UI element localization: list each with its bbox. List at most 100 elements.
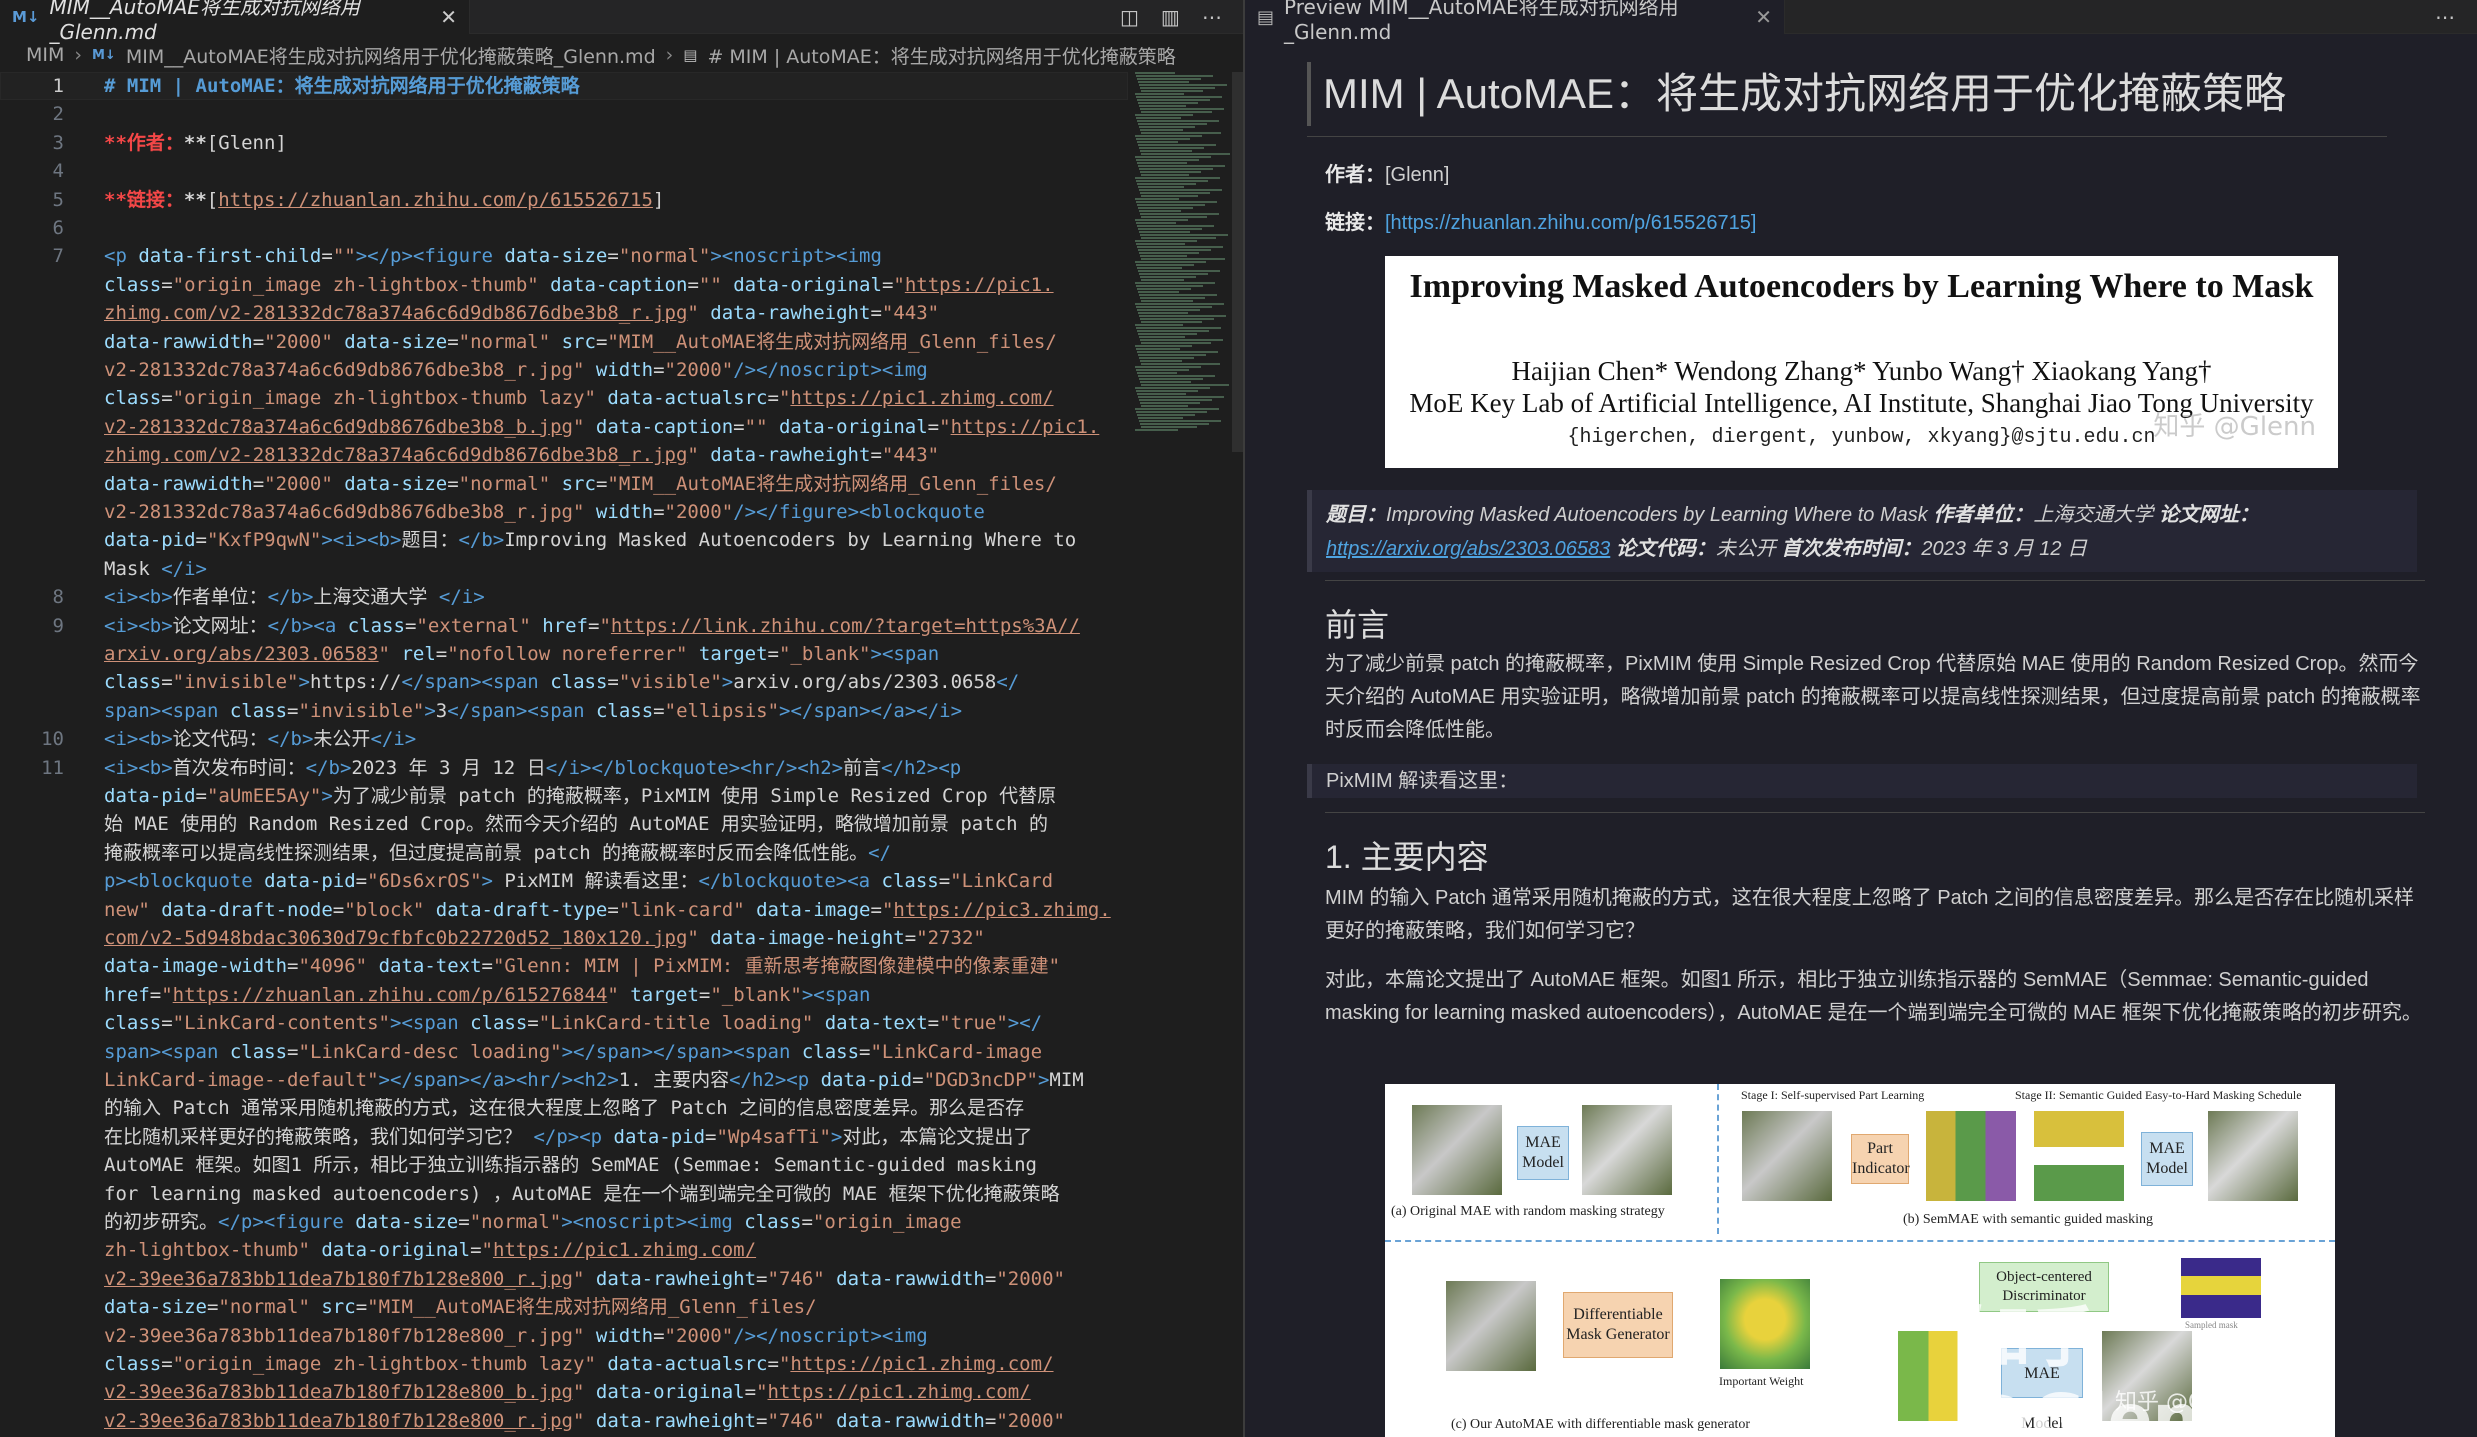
minimap-line — [1135, 366, 1201, 368]
code-line[interactable]: data-image-width="4096" data-text="Glenn… — [104, 952, 1060, 980]
code-line[interactable]: <i><b>首次发布时间：</b>2023 年 3 月 12 日</i></bl… — [104, 754, 961, 782]
line-number: 4 — [52, 160, 64, 183]
code-line[interactable]: class="origin_image zh-lightbox-thumb la… — [104, 384, 1054, 412]
code-token: = — [332, 898, 345, 921]
code-line[interactable]: <i><b>论文网址：</b><a class="external" href=… — [104, 612, 1080, 640]
minimap-line — [1137, 330, 1209, 332]
code-line[interactable]: href="https://zhuanlan.zhihu.com/p/61527… — [104, 981, 871, 1009]
code-line[interactable]: 始 MAE 使用的 Random Resized Crop。然而今天介绍的 Au… — [104, 810, 1048, 838]
code-line[interactable]: class="origin_image zh-lightbox-thumb" d… — [104, 271, 1054, 299]
code-token: class — [347, 614, 405, 637]
code-token: = — [653, 699, 665, 722]
line-number: 10 — [41, 728, 64, 751]
code-line[interactable]: 的输入 Patch 通常采用随机掩蔽的方式，这在很大程度上忽略了 Patch 之… — [104, 1094, 1024, 1122]
minimap-line — [1140, 234, 1228, 236]
code-line[interactable]: v2-281332dc78a374a6c6d9db8676dbe3b8_r.jp… — [104, 498, 985, 526]
caption-b: (b) SemMAE with semantic guided masking — [1903, 1212, 2154, 1227]
code-line[interactable]: AutoMAE 框架。如图1 所示，相比于独立训练指示器的 SemMAE (Se… — [104, 1151, 1037, 1179]
code-line[interactable]: span><span class="LinkCard-desc loading"… — [104, 1038, 1042, 1066]
minimap-line — [1139, 231, 1190, 233]
split-editor-icon[interactable]: ▥ — [1161, 5, 1180, 29]
code-line[interactable]: data-pid="aUmEE5Ay">为了减少前景 patch 的掩蔽概率，P… — [104, 782, 1056, 810]
code-token: v2-39ee36a783bb11dea7b180f7b128e800_b.jp… — [104, 1381, 573, 1404]
code-line[interactable]: v2-39ee36a783bb11dea7b180f7b128e800_r.jp… — [104, 1265, 1065, 1293]
code-token: = — [287, 955, 299, 978]
minimap-line — [1139, 273, 1208, 275]
code-line[interactable]: com/v2-5d948bdac30630d79cfbfc0b22720d52_… — [104, 924, 985, 952]
chevron-right-icon: › — [74, 44, 82, 66]
minimap-line — [1139, 378, 1203, 380]
code-line[interactable]: class="LinkCard-contents"><span class="L… — [104, 1009, 1042, 1037]
code-token: v2-39ee36a783bb11dea7b180f7b128e800_r.jp… — [104, 1267, 573, 1290]
code-editor[interactable]: 1 2 3 4 5 6 7 8 9 10 11 # MIM | AutoMAE：将生成对抗网络用于优… — [0, 72, 1130, 1437]
minimap-line — [1138, 375, 1215, 377]
code-token: = — [607, 245, 619, 268]
code-token: = — [161, 671, 173, 694]
breadcrumb-folder[interactable]: MIM — [26, 44, 64, 66]
code-line[interactable]: <i><b>论文代码：</b>未公开</i> — [104, 725, 416, 753]
minimap-line — [1140, 360, 1182, 362]
close-tab-icon[interactable]: ✕ — [440, 5, 457, 29]
code-token: https://pic3.zhimg. — [893, 898, 1111, 921]
code-line[interactable]: 在比随机采样更好的掩蔽策略，我们如何学习它？ </p><p data-pid="… — [104, 1123, 1032, 1151]
code-token: = — [984, 1267, 997, 1290]
code-line[interactable]: **链接：**[https://zhuanlan.zhihu.com/p/615… — [104, 186, 664, 214]
line-number: 5 — [52, 188, 64, 211]
minimap-line — [1136, 159, 1199, 161]
code-line[interactable]: 的初步研究。</p><figure data-size="normal"><no… — [104, 1208, 962, 1236]
editor-tab[interactable]: M↓ MIM__AutoMAE将生成对抗网络用_Glenn.md ✕ — [0, 0, 470, 44]
arxiv-link[interactable]: https://arxiv.org/abs/2303.06583 — [1326, 538, 1610, 560]
code-line[interactable]: <i><b>作者单位：</b>上海交通大学 </i> — [104, 583, 485, 611]
minimap-line — [1138, 81, 1189, 83]
pixmim-quote: PixMIM 解读看这里： — [1307, 764, 2417, 798]
code-line[interactable]: span><span class="invisible">3</span><sp… — [104, 697, 962, 725]
breadcrumb-file[interactable]: MIM__AutoMAE将生成对抗网络用于优化掩蔽策略_Glenn.md — [126, 42, 656, 69]
code-line[interactable]: class="invisible">https://</span><span c… — [104, 668, 1019, 696]
code-line[interactable]: new" data-draft-node="block" data-draft-… — [104, 896, 1111, 924]
code-line[interactable]: zh-lightbox-thumb" data-original="https:… — [104, 1236, 756, 1264]
code-token: = — [870, 302, 882, 325]
link-line: 链接：[https://zhuanlan.zhihu.com/p/6155267… — [1325, 206, 1756, 235]
code-token: <i><b> — [104, 614, 173, 637]
code-line[interactable]: 掩蔽概率可以提高线性探测结果，但过度提高前景 patch 的掩蔽概率时反而会降低… — [104, 839, 891, 867]
code-line[interactable]: v2-281332dc78a374a6c6d9db8676dbe3b8_r.jp… — [104, 356, 928, 384]
code-line[interactable]: data-pid="KxfP9qwN"><i><b>题目：</b>Improvi… — [104, 526, 1076, 554]
open-preview-icon[interactable]: ◫ — [1120, 5, 1139, 29]
affiliation-value: 上海交通大学 — [2033, 504, 2159, 526]
code-line[interactable]: zhimg.com/v2-281332dc78a374a6c6d9db8676d… — [104, 299, 939, 327]
minimap-line — [1139, 189, 1222, 191]
code-token: data-rawheight — [595, 1267, 757, 1290]
code-line[interactable]: v2-39ee36a783bb11dea7b180f7b128e800_b.jp… — [104, 1378, 1031, 1406]
code-line[interactable]: for learning masked autoencoders) ，AutoM… — [104, 1180, 1060, 1208]
breadcrumb-heading[interactable]: # MIM | AutoMAE：将生成对抗网络用于优化掩蔽策略 — [707, 42, 1175, 69]
preview-tab[interactable]: ▤ Preview MIM__AutoMAE将生成对抗网络用_Glenn.md … — [1245, 0, 1785, 44]
code-line[interactable]: arxiv.org/abs/2303.06583" rel="nofollow … — [104, 640, 939, 668]
more-actions-icon[interactable]: ⋯ — [1202, 5, 1222, 29]
code-line[interactable]: class="origin_image zh-lightbox-thumb la… — [104, 1350, 1054, 1378]
more-actions-icon[interactable]: ⋯ — [2435, 5, 2455, 29]
minimap[interactable] — [1135, 72, 1230, 452]
code-line[interactable]: data-size="normal" src="MIM__AutoMAE将生成对… — [104, 1293, 817, 1321]
article-link[interactable]: [https://zhuanlan.zhihu.com/p/615526715] — [1385, 212, 1756, 234]
code-line[interactable]: # MIM | AutoMAE：将生成对抗网络用于优化掩蔽策略 — [104, 72, 580, 100]
minimap-line — [1137, 99, 1210, 101]
code-line[interactable]: LinkCard-image--default"></span></a><hr/… — [104, 1066, 1084, 1094]
preview-icon: ▤ — [1257, 6, 1275, 28]
code-line[interactable]: v2-281332dc78a374a6c6d9db8676dbe3b8_b.jp… — [104, 413, 1099, 441]
code-line[interactable]: **作者：**[Glenn] — [104, 129, 287, 157]
code-line[interactable]: v2-39ee36a783bb11dea7b180f7b128e800_r.jp… — [104, 1322, 928, 1350]
code-line[interactable]: v2-39ee36a783bb11dea7b180f7b128e800_r.jp… — [104, 1407, 1065, 1435]
code-token: v2-281332dc78a374a6c6d9db8676dbe3b8_b.jp… — [104, 415, 573, 438]
code-line[interactable]: <p data-first-child=""></p><figure data-… — [104, 242, 882, 270]
code-line[interactable]: data-rawwidth="2000" data-size="normal" … — [104, 328, 1057, 356]
code-line[interactable]: Mask </i> — [104, 555, 207, 583]
code-token: " — [481, 1239, 493, 1262]
close-tab-icon[interactable]: ✕ — [1755, 5, 1772, 29]
code-line[interactable]: data-rawwidth="2000" data-size="normal" … — [104, 470, 1057, 498]
code-token: </i> — [161, 557, 207, 580]
code-line[interactable]: p><blockquote data-pid="6Ds6xrOS"> PixMI… — [104, 867, 1053, 895]
caption-c: (c) Our AutoMAE with differentiable mask… — [1451, 1417, 1751, 1432]
code-line[interactable]: zhimg.com/v2-281332dc78a374a6c6d9db8676d… — [104, 441, 939, 469]
minimap-line — [1141, 216, 1207, 218]
minimap-line — [1137, 225, 1214, 227]
